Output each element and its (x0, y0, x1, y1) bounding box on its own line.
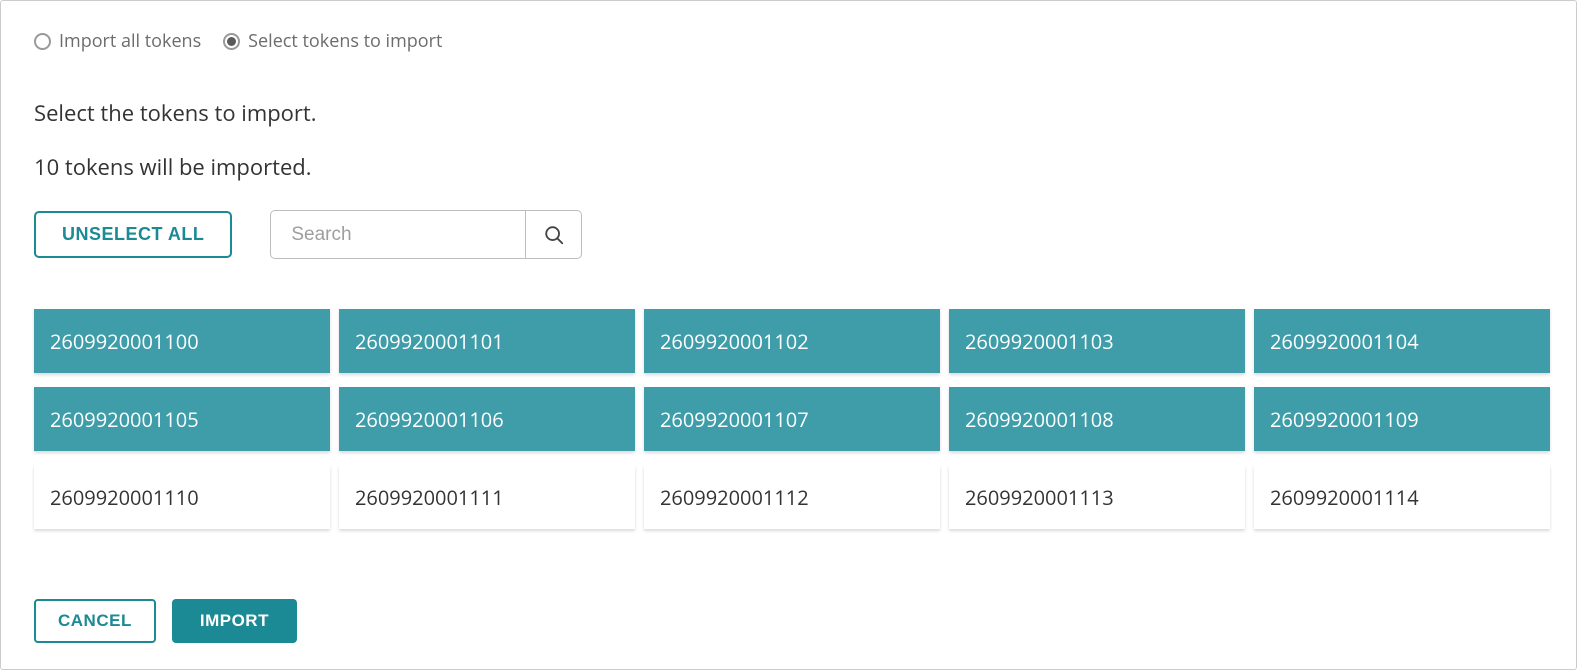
token-cell[interactable]: 2609920001101 (339, 309, 635, 373)
token-id: 2609920001104 (1270, 328, 1419, 355)
token-id: 2609920001108 (965, 406, 1114, 433)
token-cell[interactable]: 2609920001105 (34, 387, 330, 451)
token-cell[interactable]: 2609920001114 (1254, 465, 1550, 529)
token-cell[interactable]: 2609920001113 (949, 465, 1245, 529)
token-cell[interactable]: 2609920001110 (34, 465, 330, 529)
radio-import-all-label: Import all tokens (59, 29, 201, 53)
radio-select-tokens-label: Select tokens to import (248, 29, 442, 53)
radio-select-tokens[interactable]: Select tokens to import (223, 29, 442, 53)
radio-select-tokens-dot (223, 33, 240, 50)
footer-actions: CANCEL IMPORT (34, 599, 1543, 643)
token-id: 2609920001114 (1270, 484, 1419, 511)
token-cell[interactable]: 2609920001107 (644, 387, 940, 451)
search-button[interactable] (526, 210, 582, 259)
controls-row: UNSELECT ALL (34, 210, 1543, 259)
token-cell[interactable]: 2609920001112 (644, 465, 940, 529)
token-cell[interactable]: 2609920001102 (644, 309, 940, 373)
token-grid: 2609920001100 2609920001101 2609920001102 2… (34, 309, 1543, 529)
token-cell[interactable]: 2609920001100 (34, 309, 330, 373)
token-id: 2609920001103 (965, 328, 1114, 355)
radio-import-all[interactable]: Import all tokens (34, 29, 201, 53)
token-cell[interactable]: 2609920001108 (949, 387, 1245, 451)
token-cell[interactable]: 2609920001104 (1254, 309, 1550, 373)
token-id: 2609920001100 (50, 328, 199, 355)
token-id: 2609920001105 (50, 406, 199, 433)
selected-count-text: 10 tokens will be imported. (34, 152, 1543, 182)
token-id: 2609920001109 (1270, 406, 1419, 433)
cancel-button[interactable]: CANCEL (34, 599, 156, 643)
radio-import-all-dot (34, 33, 51, 50)
token-id: 2609920001107 (660, 406, 809, 433)
token-id: 2609920001111 (355, 484, 504, 511)
token-cell[interactable]: 2609920001109 (1254, 387, 1550, 451)
unselect-all-button[interactable]: UNSELECT ALL (34, 211, 232, 258)
token-cell[interactable]: 2609920001106 (339, 387, 635, 451)
token-id: 2609920001102 (660, 328, 809, 355)
import-tokens-panel: Import all tokens Select tokens to impor… (0, 0, 1577, 670)
token-id: 2609920001112 (660, 484, 809, 511)
token-id: 2609920001110 (50, 484, 199, 511)
import-mode-radiogroup: Import all tokens Select tokens to impor… (34, 29, 1543, 53)
search-input[interactable] (270, 210, 526, 259)
instruction-text: Select the tokens to import. (34, 98, 1543, 128)
token-id: 2609920001101 (355, 328, 504, 355)
token-id: 2609920001106 (355, 406, 504, 433)
search-group (270, 210, 582, 259)
token-id: 2609920001113 (965, 484, 1114, 511)
import-button[interactable]: IMPORT (172, 599, 297, 643)
search-icon (543, 224, 565, 246)
token-cell[interactable]: 2609920001103 (949, 309, 1245, 373)
token-cell[interactable]: 2609920001111 (339, 465, 635, 529)
